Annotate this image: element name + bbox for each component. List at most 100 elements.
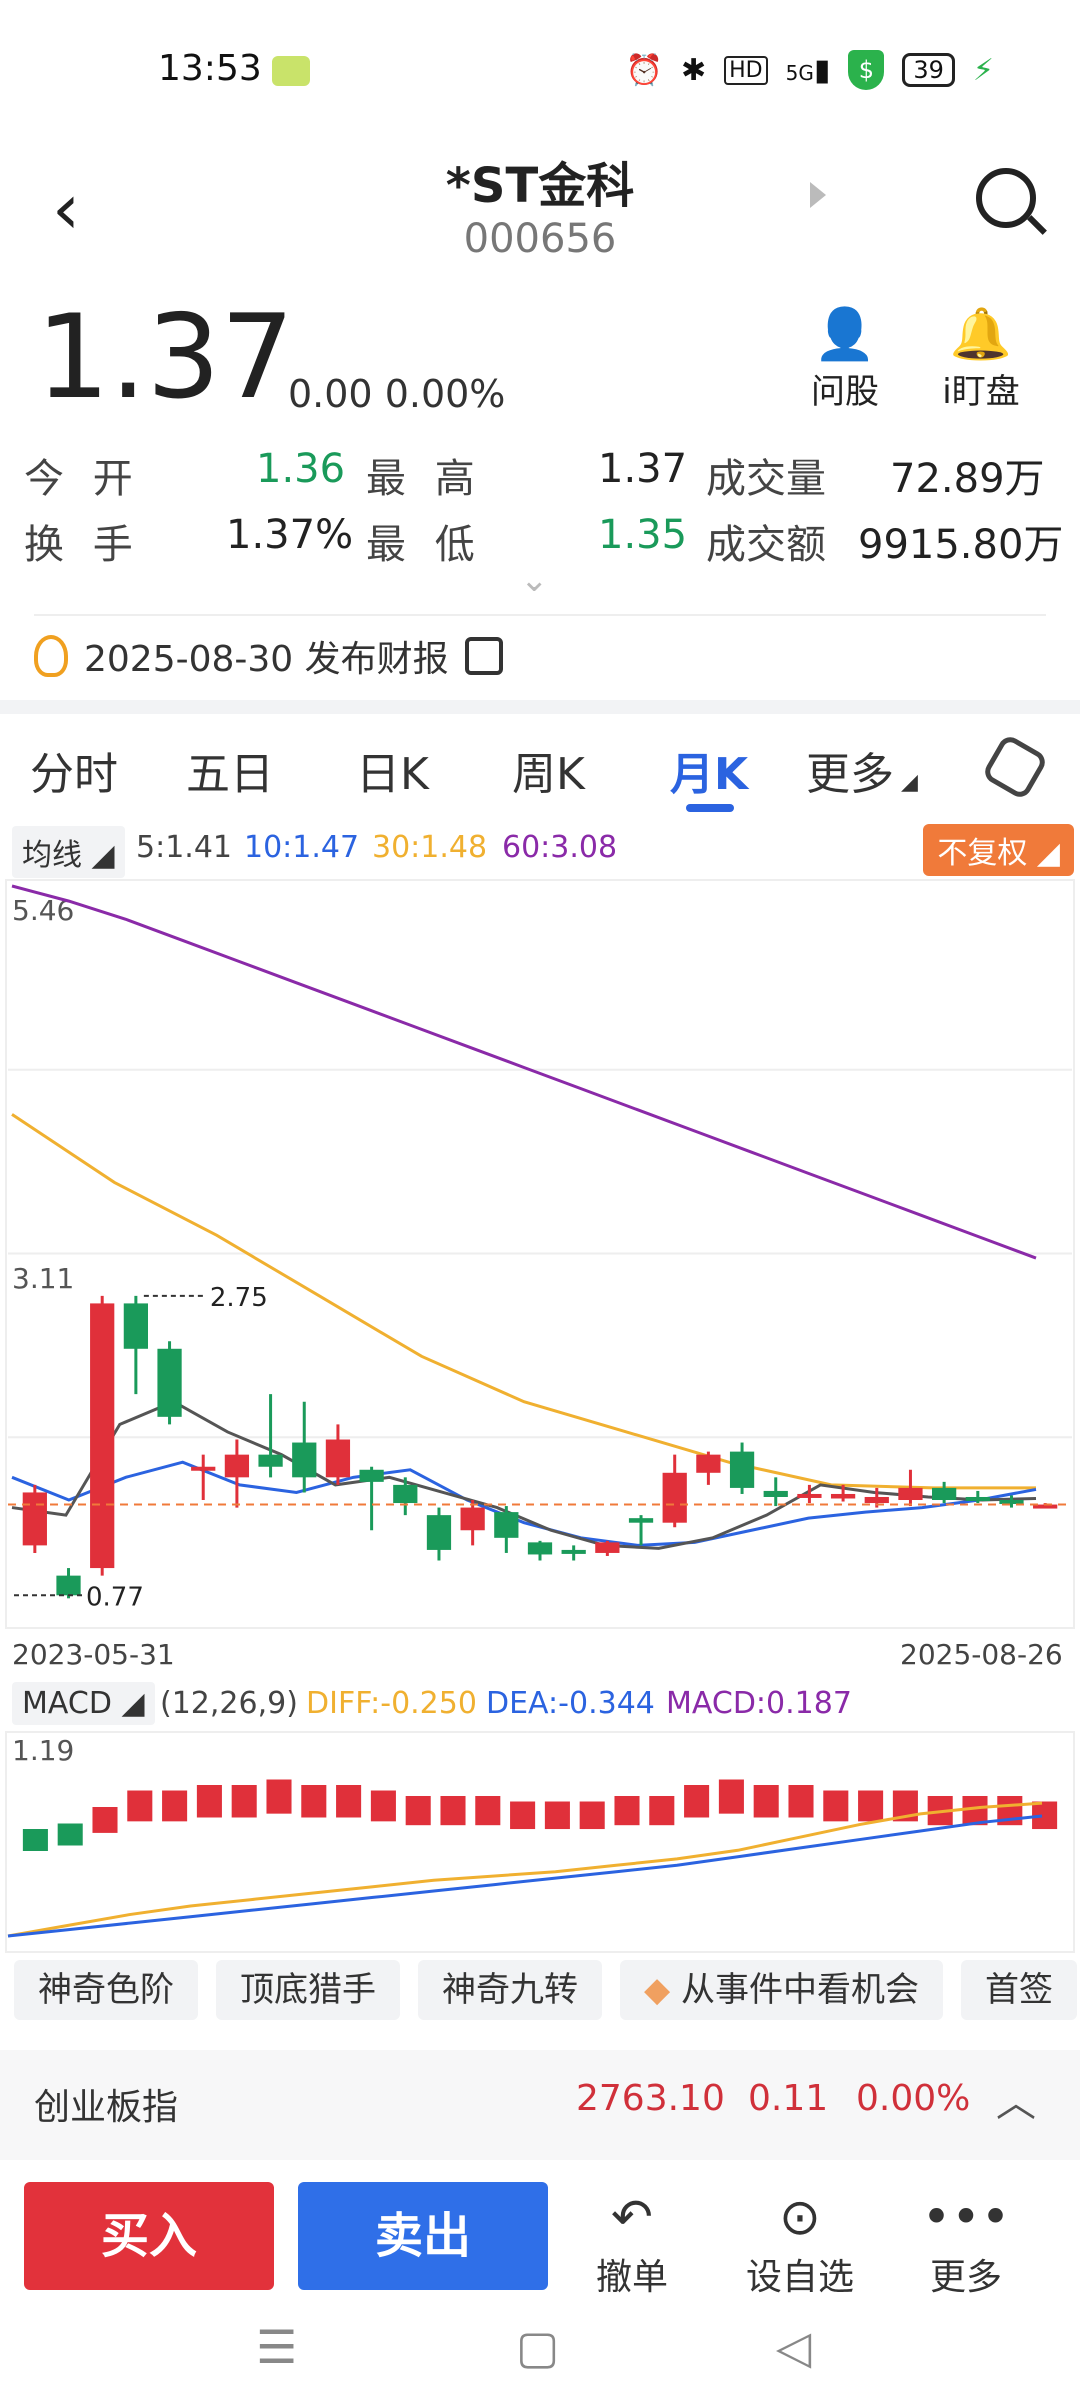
macd-bar <box>475 1796 501 1826</box>
tab-daily-k[interactable]: 日K <box>356 738 429 802</box>
tab-five-day[interactable]: 五日 <box>186 738 274 802</box>
chevron-up-icon[interactable]: ︿ <box>996 2070 1036 2128</box>
candle-body <box>123 1303 148 1349</box>
active-tab-indicator <box>686 804 734 812</box>
stock-name: *ST金科 <box>445 158 635 214</box>
tab-more[interactable]: 更多 ◢ <box>806 738 918 802</box>
back-icon[interactable]: ◁ <box>776 2320 811 2374</box>
more-button[interactable]: ••• 更多 <box>896 2186 1036 2300</box>
index-change: 0.11 <box>748 2078 829 2119</box>
macd-bar <box>162 1790 188 1822</box>
macd-bar <box>370 1790 396 1822</box>
sell-button[interactable]: 卖出 <box>298 2182 548 2290</box>
amount-label: 成交额 <box>706 522 826 568</box>
calendar-icon[interactable] <box>464 637 503 675</box>
cancel-order-button[interactable]: ↶ 撤单 <box>562 2186 702 2300</box>
end-date-label: 2025-08-26 <box>900 1638 1063 1671</box>
menu-icon[interactable]: ☰ <box>256 2320 297 2374</box>
next-stock-icon[interactable] <box>810 182 826 208</box>
buy-button[interactable]: 买入 <box>24 2182 274 2290</box>
high-label: 最 高 <box>366 456 483 502</box>
pill-top-bottom[interactable]: 顶底猎手 <box>216 1960 400 2020</box>
chat-dots-icon: ⊙ <box>779 2188 821 2246</box>
candle-body <box>662 1472 687 1523</box>
pill-first-sign[interactable]: 首签 <box>960 1960 1077 2020</box>
macd-bar <box>614 1796 640 1826</box>
battery-icon: 39 <box>902 53 955 87</box>
macd-top-label: 1.19 <box>12 1734 74 1767</box>
macd-bar <box>231 1785 257 1818</box>
kline-chart[interactable]: 5.46 3.11 2.750.77 2023-05-31 2025-08-26 <box>0 876 1080 1676</box>
macd-value: MACD:0.187 <box>666 1686 852 1721</box>
candle-body <box>224 1454 250 1478</box>
settings-hexagon-icon[interactable] <box>980 732 1050 802</box>
candle-body <box>56 1575 81 1596</box>
macd-bar <box>266 1779 292 1814</box>
pill-color-scale[interactable]: 神奇色阶 <box>14 1960 198 2020</box>
macd-bar <box>788 1785 814 1818</box>
alarm-icon: ⏰ <box>625 52 663 88</box>
candle-body <box>830 1493 856 1499</box>
candle-body <box>359 1469 384 1482</box>
search-icon[interactable] <box>976 168 1036 228</box>
section-gap <box>0 700 1080 714</box>
candle-body <box>763 1490 788 1497</box>
macd-bar <box>579 1801 605 1830</box>
index-pct: 0.00% <box>856 2078 971 2119</box>
security-shield-icon: $ <box>848 50 885 90</box>
ma30-line <box>11 1113 1036 1490</box>
candle-body <box>999 1500 1024 1505</box>
candle-body <box>157 1348 182 1417</box>
macd-bar <box>544 1801 570 1830</box>
macd-params: (12,26,9) <box>160 1686 298 1721</box>
macd-bar <box>405 1796 431 1826</box>
volume-label: 成交量 <box>706 456 826 502</box>
notice-text: 2025-08-30 发布财报 <box>84 639 449 680</box>
candle-body <box>494 1512 519 1538</box>
ma30-value: 30:1.48 <box>372 830 488 865</box>
stock-code: 000656 <box>463 216 617 262</box>
candle-body <box>460 1507 485 1531</box>
ma-legend: 均线 ◢ 5:1.41 10:1.47 30:1.48 60:3.08 不复权 … <box>0 824 1080 878</box>
candle-body <box>898 1487 923 1501</box>
more-dots-icon: ••• <box>921 2188 1011 2246</box>
home-icon[interactable]: ▢ <box>516 2320 559 2374</box>
person-icon: 👤 <box>813 305 877 363</box>
add-watchlist-button[interactable]: ⊙ 设自选 <box>730 2186 870 2300</box>
index-ticker[interactable]: 创业板指 2763.10 0.11 0.00% ︿ <box>0 2050 1080 2160</box>
tab-intraday[interactable]: 分时 <box>30 738 118 802</box>
ma5-value: 5:1.41 <box>136 830 232 865</box>
macd-legend: MACD ◢ (12,26,9) DIFF:-0.250 DEA:-0.344 … <box>0 1680 1080 1730</box>
open-value: 1.36 <box>256 446 346 492</box>
ask-stock-button[interactable]: 👤 问股 <box>770 304 920 413</box>
candle-body <box>729 1451 755 1488</box>
lightbulb-icon <box>34 635 68 677</box>
volume-value: 72.89万 <box>890 456 1045 502</box>
pill-events[interactable]: ◆ 从事件中看机会 <box>620 1960 943 2020</box>
macd-selector[interactable]: MACD ◢ <box>12 1682 155 1725</box>
tab-weekly-k[interactable]: 周K <box>512 738 585 802</box>
macd-chart[interactable]: 1.19 <box>0 1730 1080 1956</box>
candle-body <box>22 1492 47 1546</box>
macd-bar <box>649 1796 675 1826</box>
earnings-notice[interactable]: 2025-08-30 发布财报 <box>34 630 503 682</box>
bell-icon: 🔔 <box>949 305 1013 363</box>
macd-bar <box>92 1807 118 1833</box>
tab-monthly-k[interactable]: 月K <box>670 738 748 802</box>
ma-selector[interactable]: 均线 ◢ <box>12 826 125 878</box>
watch-button[interactable]: 🔔 i盯盘 <box>906 304 1056 413</box>
candle-body <box>932 1487 957 1501</box>
expand-chevron-icon[interactable]: ⌄ <box>520 560 549 600</box>
index-name: 创业板指 <box>34 2087 179 2128</box>
macd-bar <box>718 1779 744 1814</box>
app-notification-icon <box>272 56 310 86</box>
start-date-label: 2023-05-31 <box>12 1638 175 1671</box>
pill-nine-turn[interactable]: 神奇九转 <box>418 1960 602 2020</box>
adjust-selector[interactable]: 不复权 ◢ <box>923 824 1074 876</box>
system-nav: ☰ ▢ ◁ <box>0 2300 1080 2400</box>
candle-body <box>90 1303 115 1569</box>
feature-pills: 神奇色阶 顶底猎手 神奇九转 ◆ 从事件中看机会 首签 <box>0 1960 1080 2026</box>
macd-bar <box>22 1829 48 1851</box>
macd-bar <box>127 1790 153 1822</box>
candle-body <box>292 1442 317 1478</box>
